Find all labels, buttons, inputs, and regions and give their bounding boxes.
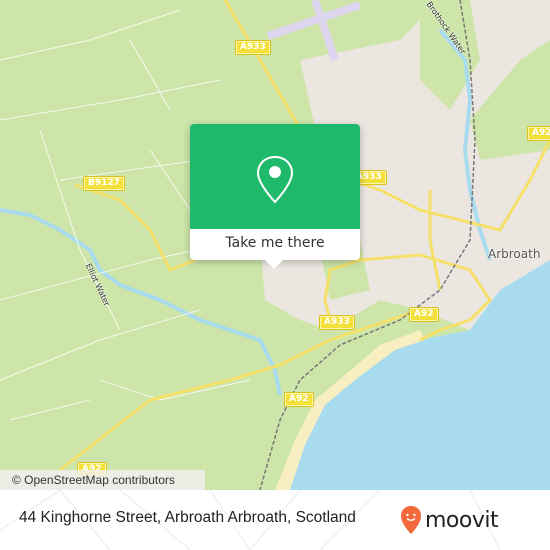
take-me-there-popup[interactable]: Take me there: [190, 124, 360, 269]
footer: 44 Kinghorne Street, Arbroath Arbroath, …: [0, 490, 550, 550]
road-label-a92: A92: [285, 393, 313, 406]
place-label-arbroath: Arbroath: [488, 247, 541, 261]
popup-header[interactable]: [190, 124, 360, 229]
road-label-a92: A92: [410, 308, 438, 321]
airfield-runway: [311, 0, 339, 62]
road-label-a933: A933: [320, 316, 354, 329]
airfield-runway: [266, 1, 362, 40]
road-label-b9127: B9127: [84, 177, 124, 190]
map-attribution[interactable]: © OpenStreetMap contributors: [0, 470, 205, 490]
moovit-logo[interactable]: moovit: [400, 502, 499, 538]
road-label-a92: A92: [528, 127, 550, 140]
popup-pointer: [265, 260, 283, 269]
map-pin-icon: [256, 155, 294, 204]
address-text: 44 Kinghorne Street, Arbroath Arbroath, …: [19, 509, 356, 526]
take-me-there-button[interactable]: Take me there: [190, 230, 360, 256]
road-label-a933: A933: [236, 41, 270, 54]
moovit-wordmark: moovit: [425, 507, 499, 533]
moovit-pin-icon: [401, 506, 421, 534]
